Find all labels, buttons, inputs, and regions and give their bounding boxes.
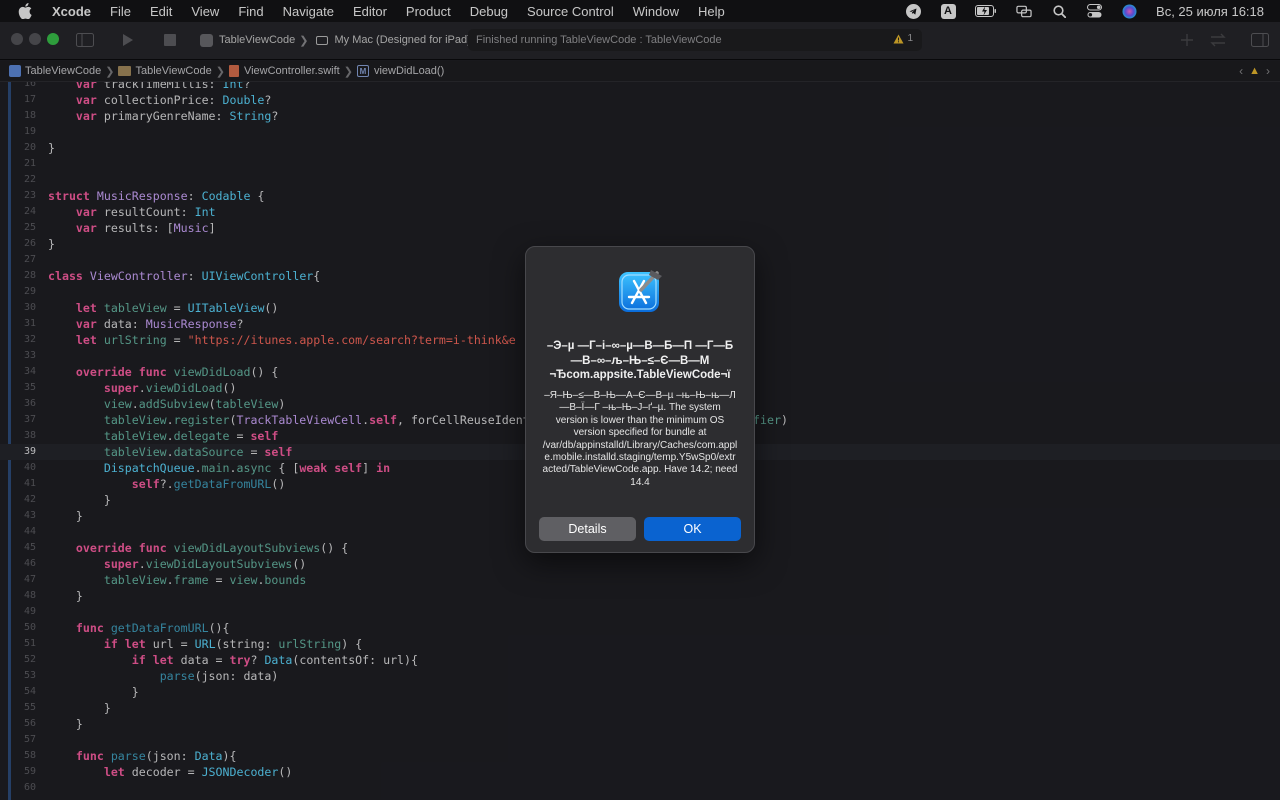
alert-title: –Э–µ —Г–і–∞–µ—В—Б—П —Г—Б—В–∞–љ–Њ–≤–Є—В—М… <box>546 340 734 381</box>
ok-button[interactable]: OK <box>644 517 741 541</box>
details-button[interactable]: Details <box>539 517 636 541</box>
alert-dialog: –Э–µ —Г–і–∞–µ—В—Б—П —Г—Б—В–∞–љ–Њ–≤–Є—В—М… <box>525 246 755 553</box>
alert-message: –Я–Њ–≤—В–Њ—А–Є—В–µ –њ–Њ–њ—Л—В–Ї—Г –њ–Њ–Ј… <box>542 390 738 488</box>
xcode-app-icon <box>619 270 662 312</box>
